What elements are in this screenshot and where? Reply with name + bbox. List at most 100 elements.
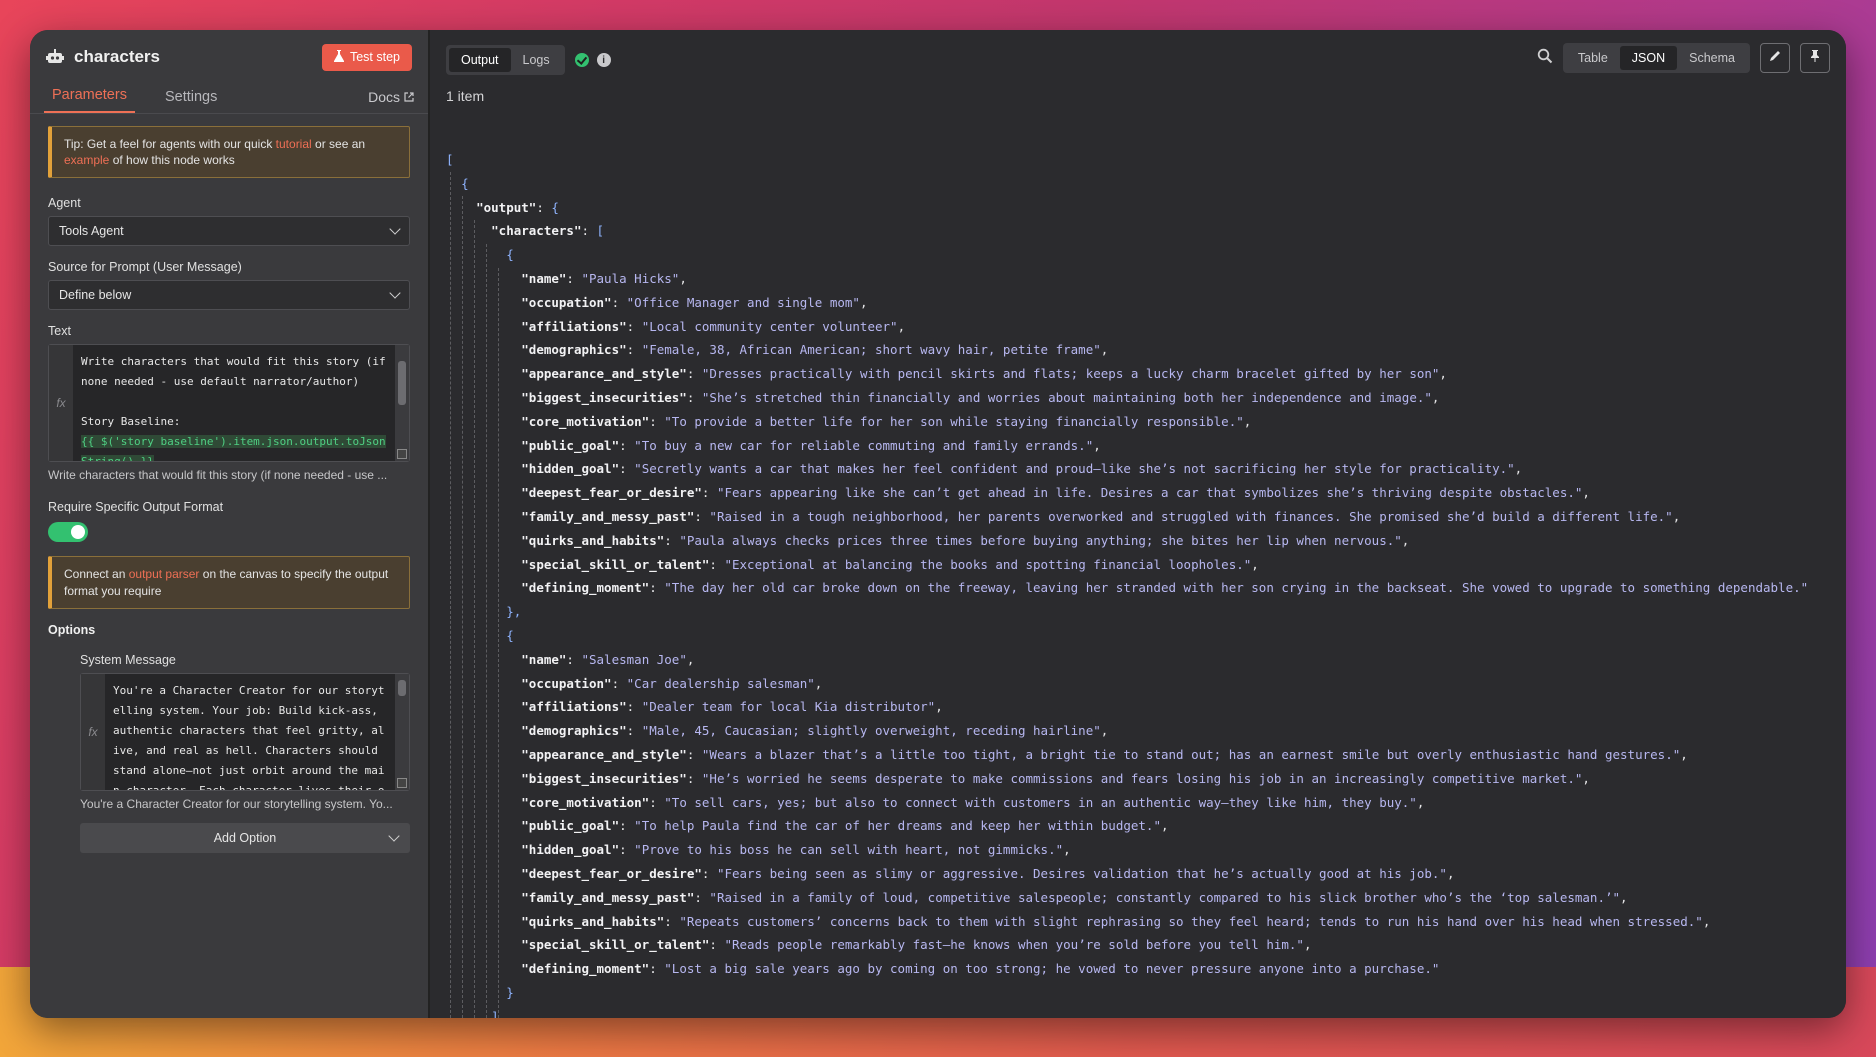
json-line: "quirks_and_habits": "Repeats customers’… (521, 913, 1711, 929)
example-link[interactable]: example (64, 153, 109, 167)
external-link-icon (404, 89, 414, 105)
text-line-3: Story Baseline: (81, 415, 181, 429)
agent-select[interactable]: Tools Agent (48, 216, 410, 247)
indent-guide (474, 220, 475, 1018)
chevron-down-icon (388, 830, 400, 842)
tip-middle: or see an (311, 137, 366, 151)
chevron-down-icon (389, 223, 401, 236)
view-schema[interactable]: Schema (1677, 46, 1747, 70)
scroll-thumb[interactable] (398, 361, 406, 406)
tip-suffix: of how this node works (109, 153, 235, 168)
output-format-toggle[interactable] (48, 522, 88, 543)
scroll-thumb[interactable] (398, 679, 406, 696)
text-line-1: Write characters that would fit this sto… (81, 355, 393, 389)
indent-guide (462, 196, 463, 1018)
indent-guide (498, 268, 499, 1018)
system-message-scrollbar[interactable] (395, 673, 409, 790)
docs-link[interactable]: Docs (368, 89, 414, 105)
json-line: "affiliations": "Dealer team for local K… (521, 699, 943, 715)
json-line: "demographics": "Male, 45, Caucasian; sl… (521, 723, 1109, 739)
tab-output[interactable]: Output (449, 48, 511, 72)
json-line: { (506, 247, 514, 263)
json-line: "hidden_goal": "Secretly wants a car tha… (521, 461, 1523, 477)
json-line: "deepest_fear_or_desire": "Fears appeari… (521, 485, 1590, 501)
resize-handle-icon[interactable] (397, 449, 407, 460)
indent-guide (486, 244, 487, 1018)
resize-handle-icon[interactable] (397, 777, 407, 788)
info-icon[interactable]: i (596, 53, 611, 67)
json-line: "core_motivation": "To provide a better … (521, 413, 1252, 429)
json-line: "output": { (476, 199, 559, 215)
node-header: characters Test step (30, 30, 428, 84)
pin-icon (1809, 49, 1821, 68)
json-line: { (506, 627, 514, 643)
json-line: "family_and_messy_past": "Raised in a fa… (521, 889, 1628, 905)
item-count: 1 item (446, 88, 485, 104)
json-line: { (461, 175, 469, 191)
json-viewer[interactable]: [ { "output": { "characters": [ { "name"… (446, 148, 1846, 1018)
node-title[interactable]: characters (74, 47, 322, 67)
json-line: "core_motivation": "To sell cars, yes; b… (521, 794, 1425, 810)
json-line: "name": "Salesman Joe", (521, 651, 695, 667)
node-editor-window: characters Test step Parameters Settings… (30, 30, 1846, 1018)
view-table[interactable]: Table (1566, 46, 1620, 70)
pin-data-button[interactable] (1800, 43, 1830, 73)
json-line: "occupation": "Office Manager and single… (521, 294, 868, 310)
tab-settings[interactable]: Settings (157, 89, 225, 113)
json-line: "characters": [ (491, 223, 605, 239)
output-parser-callout: Connect an output parser on the canvas t… (48, 556, 410, 609)
panel-tabs: Parameters Settings Docs (30, 84, 428, 114)
text-label: Text (48, 324, 71, 339)
search-icon[interactable] (1537, 48, 1553, 69)
agent-label: Agent (48, 196, 81, 211)
text-scrollbar[interactable] (395, 345, 409, 462)
fx-icon: fx (49, 345, 73, 462)
system-message-code[interactable]: You're a Character Creator for our story… (105, 674, 395, 790)
prompt-source-label: Source for Prompt (User Message) (48, 260, 242, 275)
json-line: "biggest_insecurities": "She’s stretched… (521, 389, 1440, 405)
text-expression: {{ $('story baseline').item.json.output.… (81, 435, 386, 462)
tutorial-link[interactable]: tutorial (276, 137, 312, 151)
json-line: "public_goal": "To help Paula find the c… (521, 818, 1169, 834)
agent-select-value: Tools Agent (59, 224, 124, 239)
tab-logs[interactable]: Logs (511, 48, 562, 72)
test-step-button[interactable]: Test step (321, 43, 412, 71)
json-line: "appearance_and_style": "Dresses practic… (521, 366, 1447, 382)
json-line: "special_skill_or_talent": "Reads people… (521, 937, 1312, 953)
pencil-icon (1768, 49, 1782, 68)
json-line: }, (506, 604, 522, 620)
view-json[interactable]: JSON (1619, 46, 1678, 70)
json-line: "quirks_and_habits": "Paula always check… (521, 532, 1410, 548)
edit-output-button[interactable] (1760, 43, 1790, 73)
json-line: "deepest_fear_or_desire": "Fears being s… (521, 865, 1455, 881)
parser-tip-prefix: Connect an (64, 567, 129, 582)
json-line: "biggest_insecurities": "He’s worried he… (521, 770, 1590, 786)
json-line: "demographics": "Female, 38, African Ame… (521, 342, 1109, 358)
json-line: "hidden_goal": "Prove to his boss he can… (521, 842, 1071, 858)
json-line: "name": "Paula Hicks", (521, 270, 687, 286)
json-line: "public_goal": "To buy a new car for rel… (521, 437, 1101, 453)
text-expression-editor[interactable]: fx Write characters that would fit this … (48, 344, 410, 463)
flask-icon (333, 49, 344, 65)
prompt-source-select[interactable]: Define below (48, 280, 410, 311)
test-step-label: Test step (349, 50, 400, 64)
system-message-label: System Message (80, 652, 176, 667)
json-line: "defining_moment": "Lost a big sale year… (521, 961, 1440, 977)
view-mode-switch: Table JSON Schema (1562, 43, 1750, 73)
output-parser-link[interactable]: output parser (129, 567, 200, 581)
tip-prefix: Tip: Get a feel for agents with our quic… (64, 137, 276, 151)
text-code[interactable]: Write characters that would fit this sto… (73, 345, 395, 462)
json-line: "occupation": "Car dealership salesman", (521, 675, 823, 691)
add-option-label: Add Option (213, 830, 277, 845)
json-line: } (506, 984, 514, 1000)
add-option-button[interactable]: Add Option (80, 822, 410, 853)
options-title: Options (48, 622, 96, 637)
system-message-editor[interactable]: fx You're a Character Creator for our st… (80, 672, 410, 791)
json-line: "appearance_and_style": "Wears a blazer … (521, 746, 1688, 762)
parameters-panel: characters Test step Parameters Settings… (30, 30, 430, 1018)
system-message-preview: You're a Character Creator for our story… (80, 796, 393, 811)
output-toolbar: Output Logs i Table JSON Schema (430, 30, 1846, 90)
tab-parameters[interactable]: Parameters (44, 87, 135, 113)
json-line: "special_skill_or_talent": "Exceptional … (521, 556, 1259, 572)
output-panel: Output Logs i Table JSON Schema 1 item [… (430, 30, 1846, 1018)
